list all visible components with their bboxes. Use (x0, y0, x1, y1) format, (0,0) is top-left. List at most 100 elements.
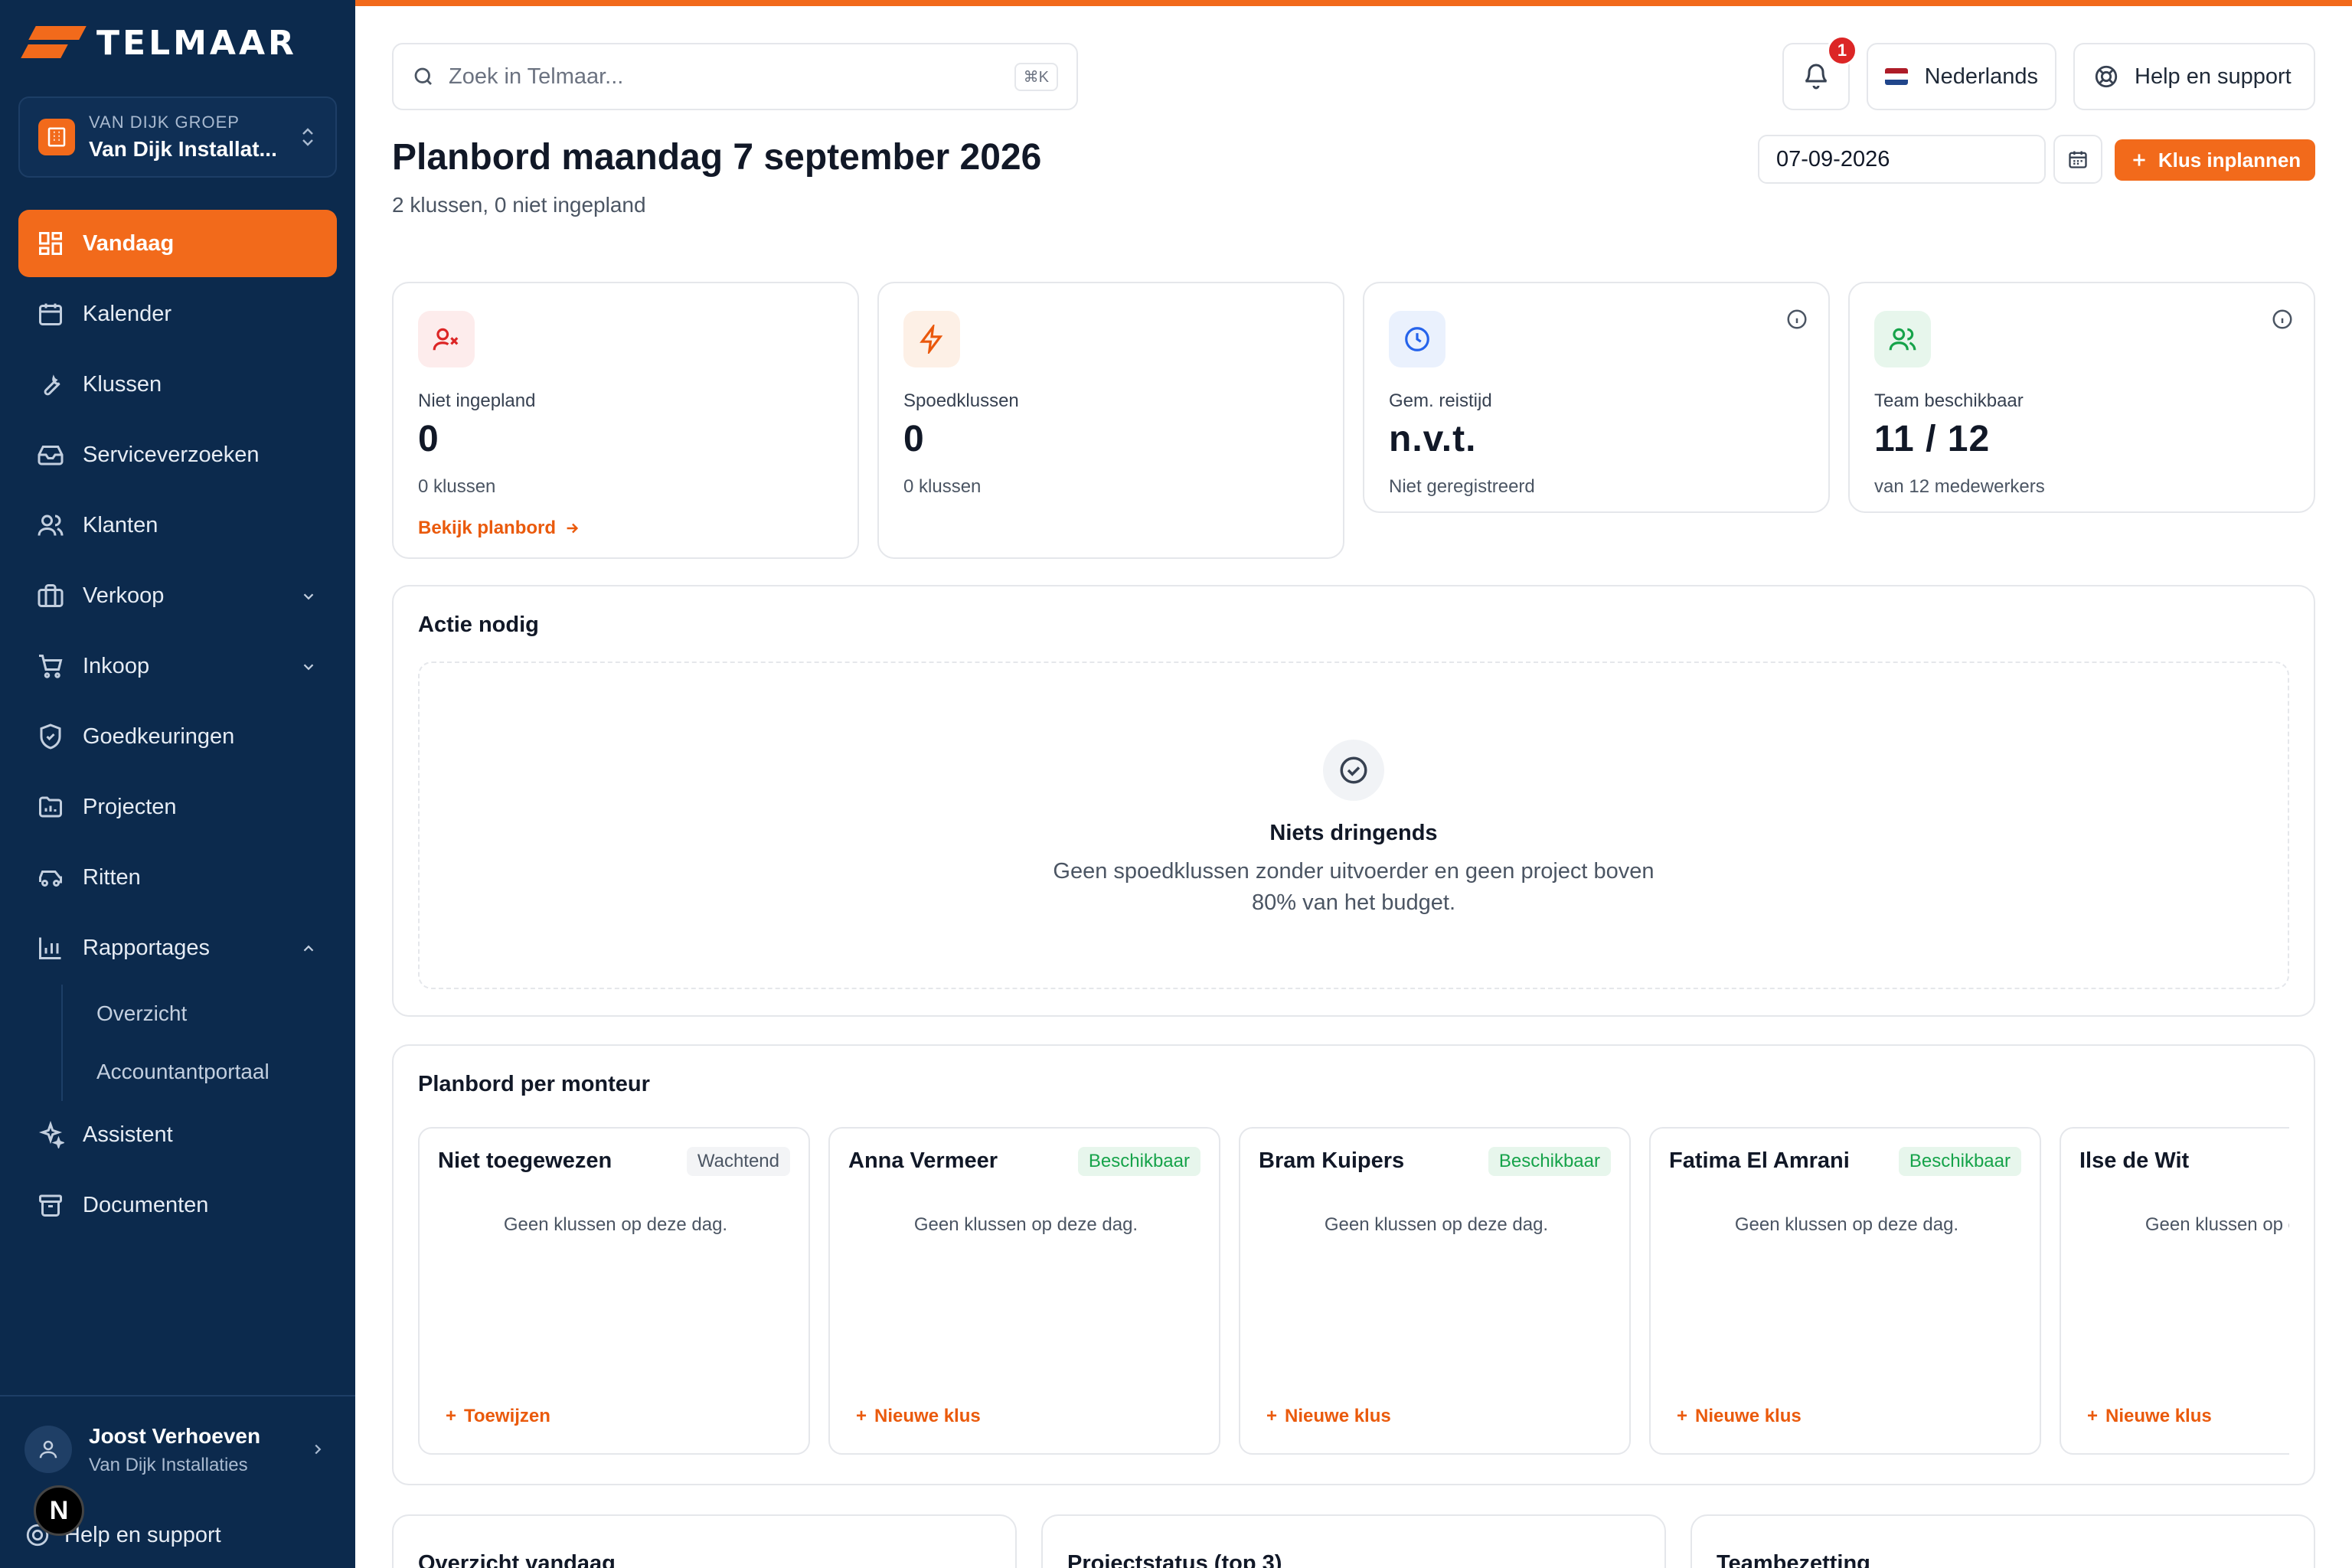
nav-label: Documenten (83, 1192, 209, 1217)
lifebuoy-icon (2095, 65, 2118, 88)
shortcut-hint: ⌘K (1014, 62, 1058, 91)
mechanic-name: Ilse de Wit (2079, 1148, 2190, 1173)
stat-note: van 12 medewerkers (1874, 476, 2045, 497)
chevron-up-icon (303, 945, 314, 952)
car-icon (39, 871, 62, 887)
planboard-columns[interactable]: Niet toegewezen Wachtend Geen klussen op… (418, 1127, 2289, 1456)
calendar-icon (2069, 151, 2087, 168)
nav-overzicht[interactable]: Overzicht (63, 985, 337, 1043)
action-label: Toewijzen (464, 1406, 550, 1426)
empty-state: Niets dringends Geen spoedklussen zonder… (418, 662, 2289, 989)
org-switcher[interactable]: VAN DIJK GROEP Van Dijk Installat... (18, 96, 337, 178)
view-planboard-link[interactable]: Bekijk planbord (418, 518, 580, 539)
mechanic-name: Niet toegewezen (438, 1148, 612, 1173)
logo-mark-icon (21, 23, 87, 63)
nav-inkoop[interactable]: Inkoop (18, 632, 337, 700)
link-label: Bekijk planbord (418, 518, 557, 538)
language-button[interactable]: Nederlands (1867, 43, 2056, 110)
brand-name: TELMAAR (96, 23, 297, 63)
plus-icon: + (2087, 1406, 2099, 1426)
card-projectstatus: Projectstatus (top 3) (1041, 1514, 1666, 1568)
top-accent-bar (355, 0, 2352, 6)
stat-value: 0 (418, 419, 439, 459)
lightning-icon (903, 311, 960, 368)
mechanic-column: Fatima El Amrani Beschikbaar Geen klusse… (1649, 1127, 2041, 1455)
schedule-job-button[interactable]: Klus inplannen (2115, 139, 2315, 181)
info-icon[interactable] (2271, 308, 2294, 331)
notification-count: 1 (1827, 35, 1857, 66)
action-label: Nieuwe klus (1695, 1406, 1802, 1426)
logo[interactable]: TELMAAR (21, 23, 297, 63)
nav-serviceverzoeken[interactable]: Serviceverzoeken (18, 421, 337, 488)
stat-card-spoedklussen: Spoedklussen 0 0 klussen (877, 282, 1344, 559)
nav-label: Goedkeuringen (83, 724, 235, 749)
main-content: Zoek in Telmaar... ⌘K 1 Nederlands Help … (355, 6, 2352, 1568)
plus-icon: + (856, 1406, 867, 1426)
dev-tools-badge[interactable]: N (34, 1485, 84, 1536)
nav-goedkeuringen[interactable]: Goedkeuringen (18, 703, 337, 770)
nav-vandaag[interactable]: Vandaag (18, 210, 337, 277)
date-picker-button[interactable] (2053, 135, 2102, 184)
date-value: 07-09-2026 (1776, 146, 1890, 172)
date-field[interactable]: 07-09-2026 (1758, 135, 2046, 184)
plus-icon: + (1266, 1406, 1278, 1426)
nav-assistent[interactable]: Assistent (18, 1101, 337, 1168)
nav-label: Klussen (83, 371, 162, 397)
card-title: Overzicht vandaag (418, 1551, 616, 1568)
status-badge: Beschikbaar (1488, 1147, 1611, 1176)
nav-verkoop[interactable]: Verkoop (18, 562, 337, 629)
nav-klanten[interactable]: Klanten (18, 492, 337, 559)
nav-label: Projecten (83, 794, 177, 819)
org-name: Van Dijk Installat... (89, 137, 277, 161)
new-job-button[interactable]: + Nieuwe klus (2087, 1406, 2212, 1427)
nav-rapportages[interactable]: Rapportages (18, 914, 337, 982)
wrench-icon (44, 374, 60, 396)
search-input[interactable]: Zoek in Telmaar... ⌘K (392, 43, 1078, 110)
new-job-button[interactable]: + Nieuwe klus (856, 1406, 981, 1427)
language-label: Nederlands (1924, 64, 2038, 89)
planboard-panel: Planbord per monteur Niet toegewezen Wac… (392, 1044, 2315, 1485)
nav-kalender[interactable]: Kalender (18, 280, 337, 348)
building-icon (38, 119, 75, 155)
chevron-down-icon (303, 664, 314, 671)
nav-documenten[interactable]: Documenten (18, 1171, 337, 1239)
shield-check-icon (40, 724, 61, 750)
stat-note: 0 klussen (903, 476, 982, 497)
stat-value: 0 (903, 419, 925, 459)
new-job-button[interactable]: + Nieuwe klus (1266, 1406, 1391, 1427)
nav-klussen[interactable]: Klussen (18, 351, 337, 418)
empty-text: Geen klussen op deze dag. (1734, 1214, 1959, 1235)
user-menu[interactable]: Joost Verhoeven Van Dijk Installaties He… (0, 1395, 355, 1568)
card-teambezetting: Teambezetting (1690, 1514, 2315, 1568)
action-label: Nieuwe klus (874, 1406, 981, 1426)
button-label: Klus inplannen (2158, 148, 2301, 172)
status-badge: Beschikbaar (1898, 1147, 2021, 1176)
nav-ritten[interactable]: Ritten (18, 844, 337, 911)
nav-label: Verkoop (83, 583, 165, 608)
flag-nl-icon (1885, 68, 1908, 85)
briefcase-icon (38, 584, 64, 607)
stat-note: Niet geregistreerd (1389, 476, 1535, 497)
nav-label: Klanten (83, 512, 158, 537)
info-icon[interactable] (1785, 308, 1808, 331)
new-job-button[interactable]: + Nieuwe klus (1677, 1406, 1802, 1427)
nav-accountantportaal[interactable]: Accountantportaal (63, 1043, 337, 1101)
page-title: Planbord maandag 7 september 2026 (392, 137, 1042, 178)
user-name: Joost Verhoeven (89, 1424, 261, 1448)
notifications-button[interactable]: 1 (1782, 35, 1857, 110)
mechanic-column: Bram Kuipers Beschikbaar Geen klussen op… (1239, 1127, 1631, 1455)
card-title: Projectstatus (top 3) (1067, 1551, 1282, 1568)
status-badge: Beschikbaar (1077, 1147, 1200, 1176)
mechanic-name: Fatima El Amrani (1669, 1148, 1850, 1173)
nav-label: Inkoop (83, 653, 150, 678)
nav-projecten[interactable]: Projecten (18, 773, 337, 841)
clock-icon (1389, 311, 1446, 368)
help-button[interactable]: Help en support (2073, 43, 2315, 110)
chevron-right-icon (315, 1444, 322, 1455)
search-placeholder: Zoek in Telmaar... (449, 64, 624, 89)
stat-card-niet-ingepland: Niet ingepland 0 0 klussen Bekijk planbo… (392, 282, 859, 559)
users-icon (38, 514, 64, 536)
assign-button[interactable]: + Toewijzen (446, 1406, 550, 1427)
help-label: Help en support (2135, 64, 2292, 89)
nav-label: Kalender (83, 301, 172, 326)
